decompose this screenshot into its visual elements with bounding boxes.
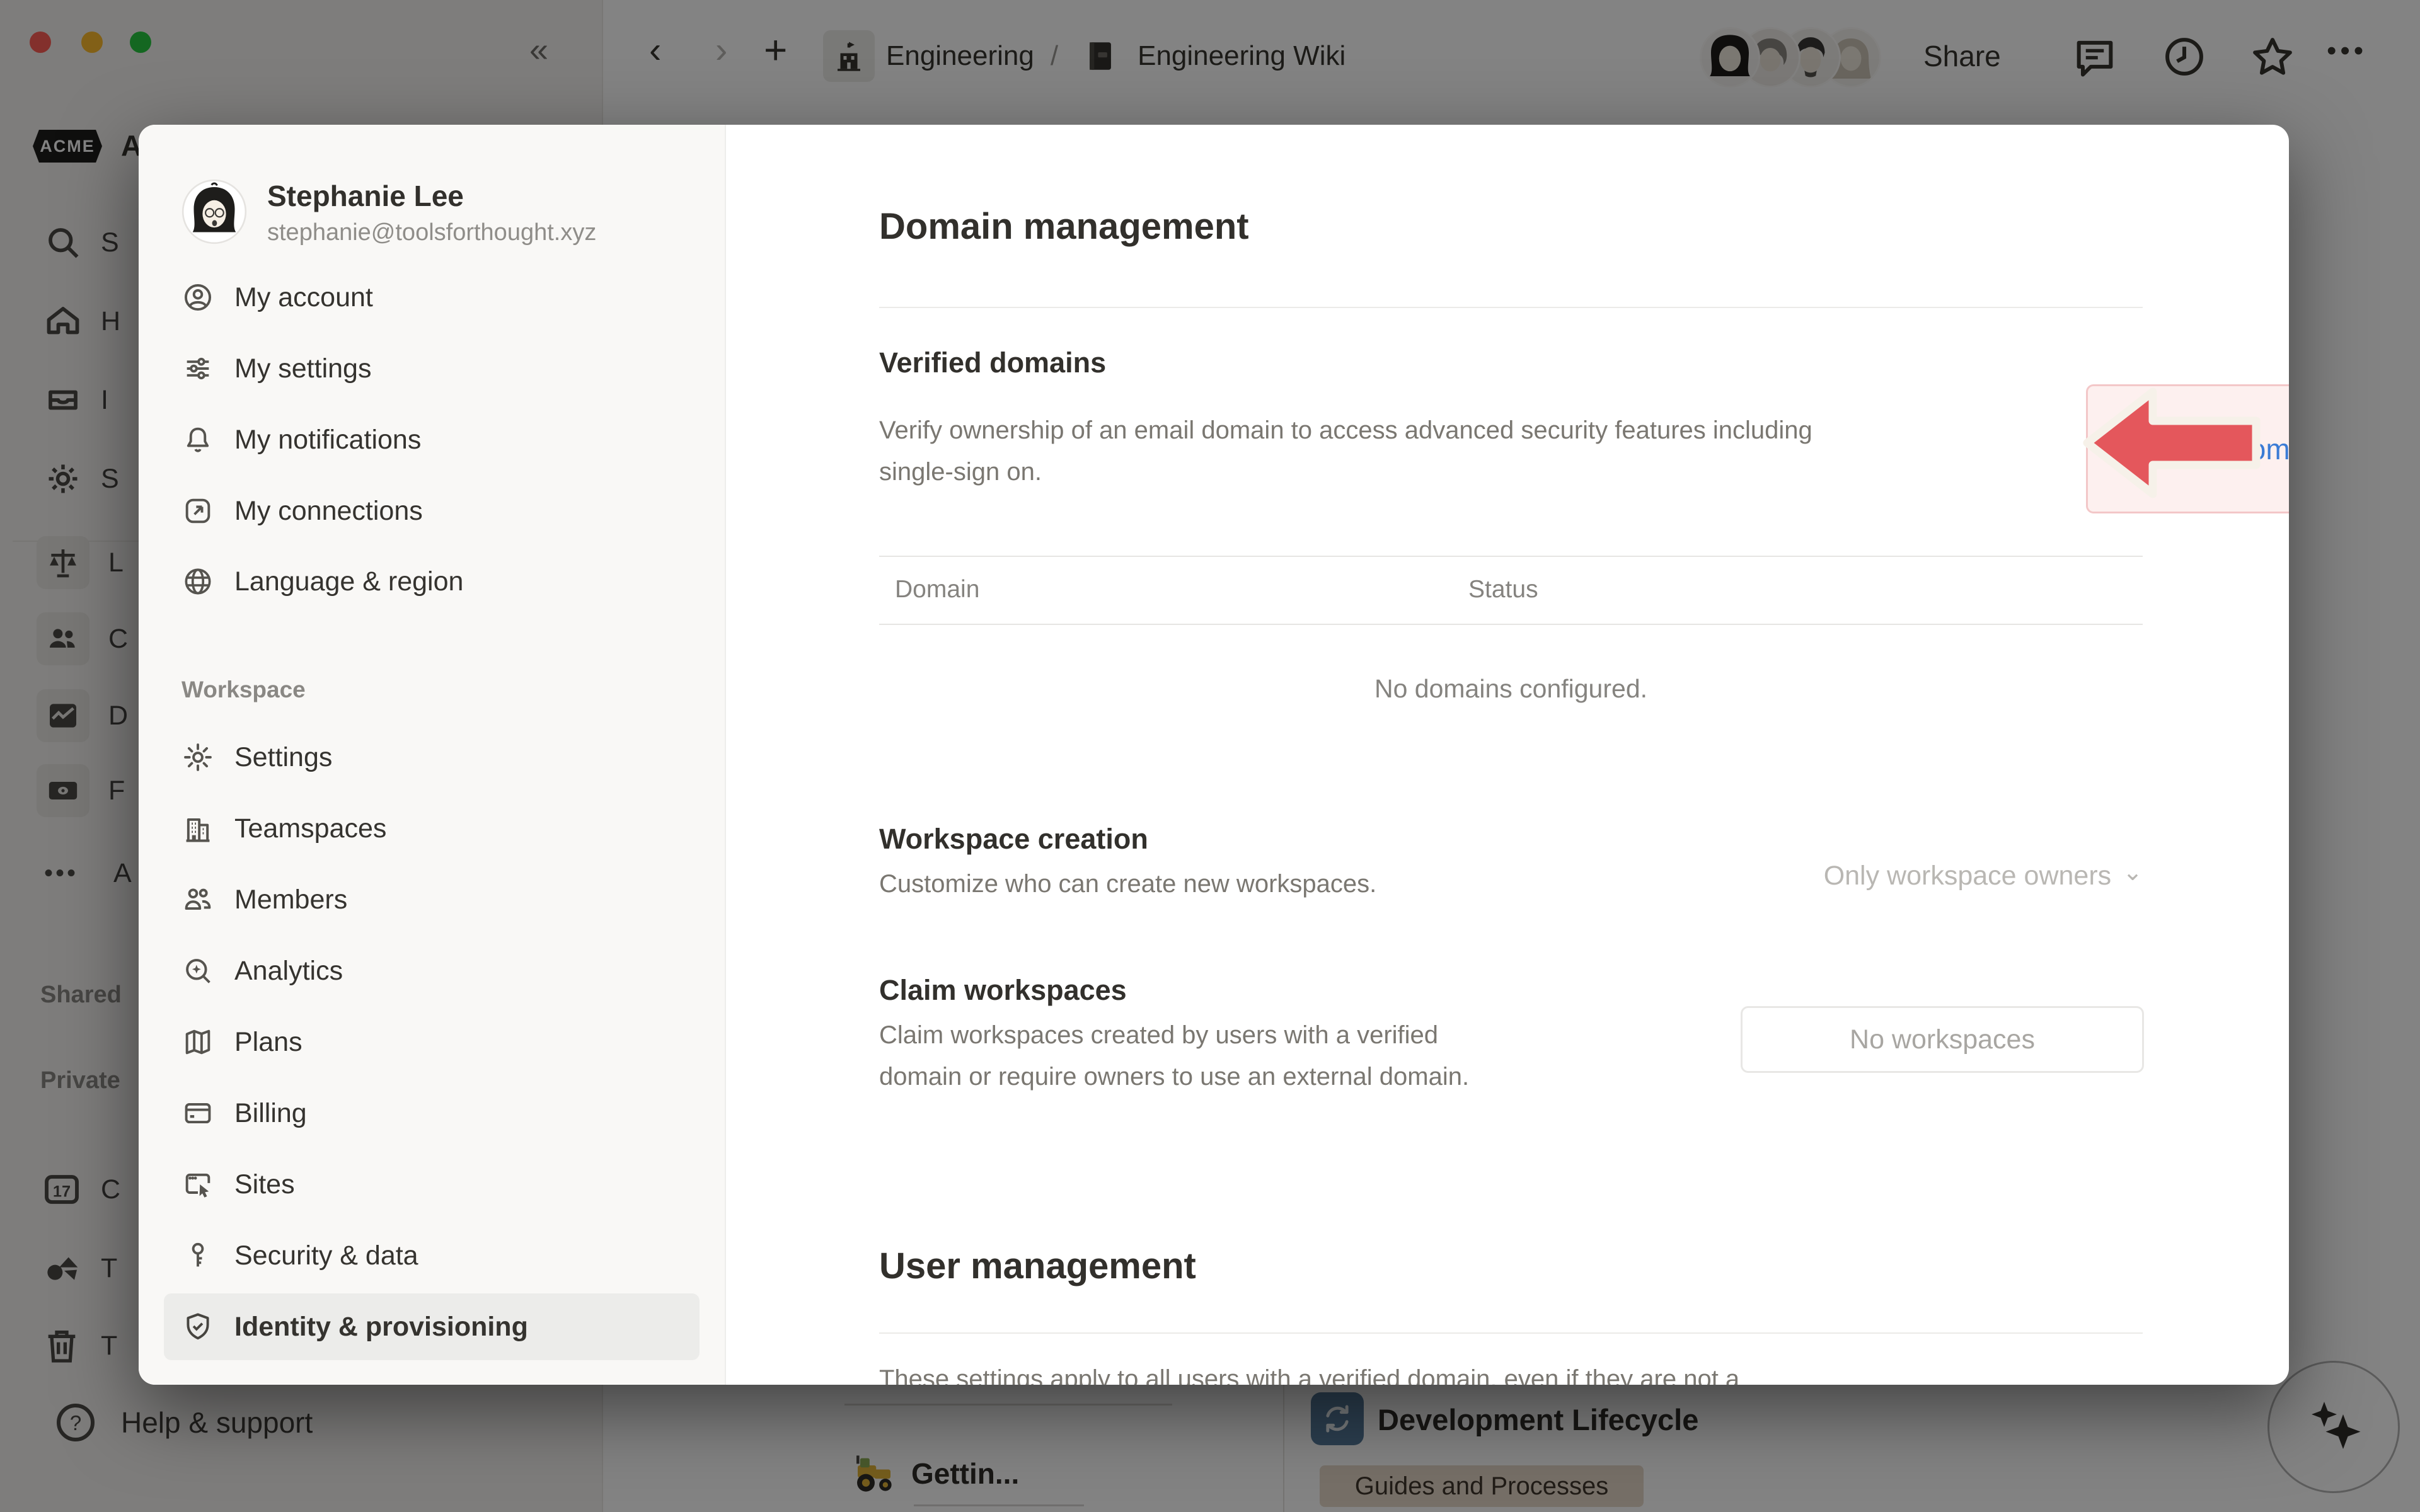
annotation-arrow-icon	[2078, 382, 2267, 508]
settings-nav-contact-support[interactable]: Contact support	[164, 1365, 700, 1385]
table-empty-state: No domains configured.	[879, 674, 2143, 704]
settings-nav-settings[interactable]: Settings	[164, 724, 700, 791]
settings-nav-label: My account	[234, 282, 373, 313]
table-border-bottom	[879, 624, 2143, 625]
settings-nav-label: Billing	[234, 1098, 307, 1129]
settings-nav-billing[interactable]: Billing	[164, 1080, 700, 1147]
settings-nav-label: My connections	[234, 496, 423, 527]
section-divider	[879, 1332, 2143, 1334]
settings-nav-language-region[interactable]: Language & region	[164, 548, 700, 615]
claim-workspaces-heading: Claim workspaces	[879, 974, 1127, 1007]
table-border-top	[879, 556, 2143, 557]
user-management-description: These settings apply to all users with a…	[879, 1358, 2143, 1385]
settings-nav-label: My settings	[234, 353, 371, 384]
page-title: Domain management	[879, 205, 1249, 248]
settings-nav-my-account[interactable]: My account	[164, 264, 700, 331]
verified-domains-heading: Verified domains	[879, 346, 1106, 379]
settings-nav-label: Plans	[234, 1027, 302, 1058]
external-link-icon	[182, 495, 214, 527]
credit-card-icon	[182, 1097, 214, 1130]
buildings-icon	[182, 812, 214, 845]
workspace-section-label: Workspace	[182, 677, 306, 703]
settings-nav-members[interactable]: Members	[164, 866, 700, 933]
verified-domains-description: Verify ownership of an email domain to a…	[879, 410, 1887, 493]
no-workspaces-button[interactable]: No workspaces	[1741, 1006, 2144, 1073]
question-circle-icon	[182, 1382, 214, 1385]
settings-nav-label: Contact support	[234, 1383, 426, 1385]
column-header-domain: Domain	[895, 576, 979, 604]
bell-icon	[182, 423, 214, 456]
settings-nav-teamspaces[interactable]: Teamspaces	[164, 795, 700, 862]
key-icon	[182, 1239, 214, 1272]
settings-nav-sites[interactable]: Sites	[164, 1151, 700, 1218]
settings-nav-label: Members	[234, 885, 347, 915]
gear-icon	[182, 741, 214, 774]
settings-nav-analytics[interactable]: Analytics	[164, 937, 700, 1004]
chevron-down-icon: ⌄	[2123, 858, 2143, 886]
settings-nav-label: Identity & provisioning	[234, 1312, 528, 1343]
user-management-heading: User management	[879, 1245, 1196, 1287]
user-avatar	[182, 179, 247, 244]
settings-nav-my-settings[interactable]: My settings	[164, 335, 700, 402]
analytics-search-icon	[182, 954, 214, 987]
claim-workspaces-description-line1: Claim workspaces created by users with a…	[879, 1014, 1438, 1056]
settings-modal: Stephanie Lee stephanie@toolsforthought.…	[139, 125, 2289, 1385]
settings-nav-identity-provisioning[interactable]: Identity & provisioning	[164, 1293, 700, 1360]
workspace-creation-dropdown[interactable]: Only workspace owners ⌄	[1824, 861, 2143, 891]
settings-nav-security-data[interactable]: Security & data	[164, 1222, 700, 1289]
workspace-creation-heading: Workspace creation	[879, 823, 1148, 856]
settings-nav-my-connections[interactable]: My connections	[164, 478, 700, 544]
settings-sidebar: Stephanie Lee stephanie@toolsforthought.…	[139, 125, 726, 1385]
dropdown-value: Only workspace owners	[1824, 861, 2111, 891]
user-email: stephanie@toolsforthought.xyz	[267, 219, 596, 246]
column-header-status: Status	[1468, 576, 1538, 604]
settings-nav-my-notifications[interactable]: My notifications	[164, 406, 700, 473]
user-name: Stephanie Lee	[267, 179, 596, 213]
settings-nav-label: Settings	[234, 742, 332, 773]
globe-icon	[182, 565, 214, 598]
current-user: Stephanie Lee stephanie@toolsforthought.…	[182, 179, 596, 246]
members-icon	[182, 883, 214, 916]
shield-check-icon	[182, 1310, 214, 1343]
settings-nav-label: Language & region	[234, 566, 463, 597]
section-divider	[879, 307, 2143, 308]
sliders-icon	[182, 352, 214, 385]
settings-nav-label: Sites	[234, 1169, 295, 1200]
settings-nav-plans[interactable]: Plans	[164, 1009, 700, 1075]
settings-nav-label: Teamspaces	[234, 813, 386, 844]
browser-cursor-icon	[182, 1168, 214, 1201]
settings-nav-label: Analytics	[234, 956, 343, 987]
claim-workspaces-description-line2: domain or require owners to use an exter…	[879, 1056, 1469, 1097]
settings-nav-label: My notifications	[234, 425, 421, 455]
workspace-creation-description: Customize who can create new workspaces.	[879, 863, 1376, 905]
map-icon	[182, 1026, 214, 1058]
person-circle-icon	[182, 281, 214, 314]
settings-nav-label: Security & data	[234, 1240, 418, 1271]
